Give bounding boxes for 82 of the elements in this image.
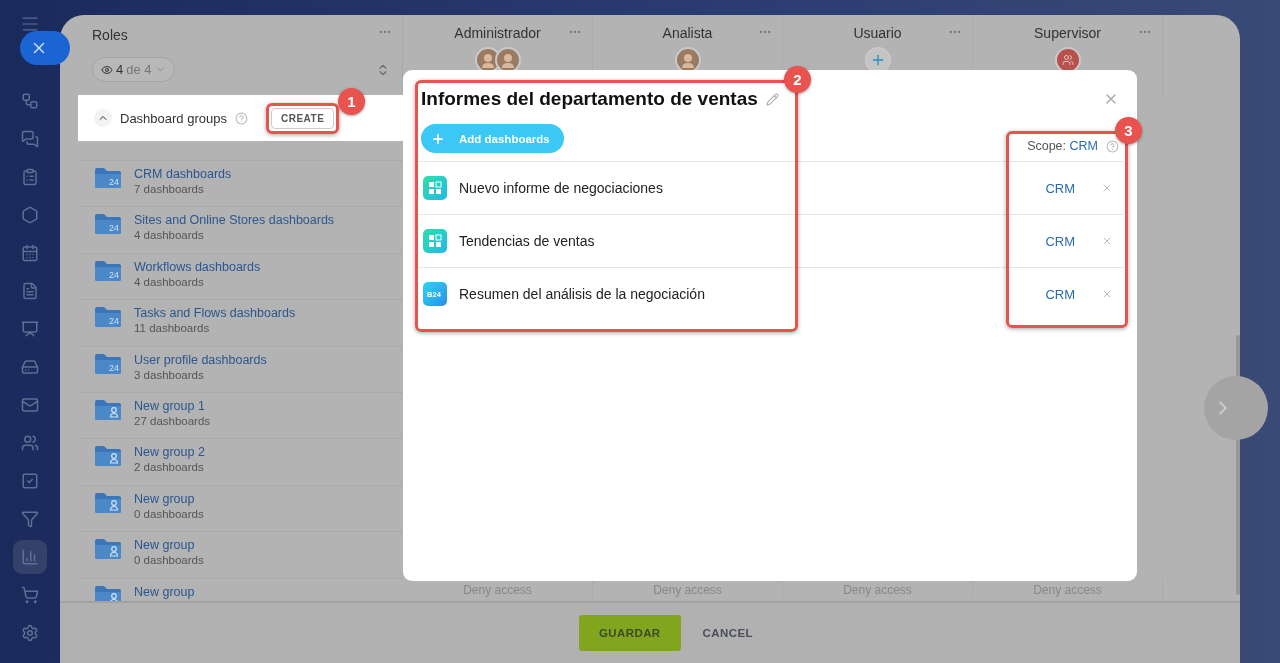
- group-icon: [1054, 47, 1081, 73]
- scope-link[interactable]: CRM: [1069, 139, 1098, 153]
- dialog-title: Informes del departamento de ventas: [421, 88, 758, 110]
- dashboard-count: 27 dashboards: [134, 413, 211, 429]
- group-link[interactable]: New group 1: [134, 398, 211, 414]
- menu-icon[interactable]: [20, 14, 40, 34]
- mail-icon: [21, 396, 39, 414]
- group-link[interactable]: New group: [134, 584, 195, 600]
- group-link[interactable]: Workflows dashboards: [134, 259, 261, 275]
- group-link[interactable]: User profile dashboards: [134, 352, 267, 368]
- role-name: Supervisor: [1034, 25, 1101, 41]
- scope-link[interactable]: CRM: [1045, 286, 1075, 302]
- folder-icon: 24: [94, 306, 122, 329]
- card-icon: [21, 358, 39, 376]
- sidebar-item[interactable]: [13, 540, 47, 574]
- folder-icon: [94, 445, 122, 468]
- settings-icon: [21, 624, 39, 642]
- folder-icon: [94, 398, 122, 421]
- document-icon: [21, 282, 39, 300]
- group-link[interactable]: CRM dashboards: [134, 167, 232, 182]
- folder-icon: [94, 491, 122, 514]
- scope-label: Scope: CRM: [1027, 139, 1098, 153]
- dashboard-count: 2 dashboards: [134, 460, 205, 476]
- group-link[interactable]: Sites and Online Stores dashboards: [134, 213, 335, 229]
- role-name: Administrador: [454, 25, 541, 41]
- dashboard-count: 11 dashboards: [134, 321, 211, 337]
- report-app-icon: [423, 229, 447, 253]
- group-link[interactable]: New group: [134, 538, 204, 554]
- eye-icon: [101, 63, 113, 76]
- create-button[interactable]: CREATE: [270, 107, 335, 129]
- scope-link[interactable]: CRM: [1045, 180, 1075, 196]
- add-dashboards-button[interactable]: Add dashboards: [421, 124, 564, 153]
- scope-link[interactable]: CRM: [1045, 233, 1075, 249]
- total-count: de 4: [126, 62, 152, 77]
- people-icon: [21, 434, 39, 452]
- cart-icon: [21, 586, 39, 604]
- folder-icon: 24: [94, 213, 122, 236]
- add-member-button[interactable]: [864, 47, 891, 73]
- help-icon[interactable]: [1106, 140, 1119, 153]
- dashboard-count: 7 dashboards: [134, 182, 205, 197]
- group-link[interactable]: Tasks and Flows dashboards: [134, 306, 296, 322]
- save-button[interactable]: GUARDAR: [579, 615, 681, 651]
- dashboard-count: 4 dashboards: [134, 274, 205, 290]
- column-title: Roles: [92, 27, 128, 43]
- presentation-icon: [21, 320, 39, 338]
- clipboard-icon: [21, 168, 39, 186]
- collapse-button[interactable]: [94, 109, 112, 127]
- dashboard-count: 3 dashboards: [134, 367, 205, 383]
- hexagon-icon: [21, 206, 39, 224]
- visibility-filter[interactable]: 4 de 4: [92, 57, 175, 82]
- checkbox-icon: [21, 472, 39, 490]
- flow-icon: [21, 92, 39, 110]
- folder-icon: 24: [94, 167, 122, 189]
- edit-icon[interactable]: [765, 92, 779, 106]
- dashboard-name: Nuevo informe de negociaciones: [459, 180, 663, 196]
- remove-icon[interactable]: [1101, 182, 1113, 194]
- funnel-icon: [21, 510, 39, 528]
- folder-icon: 24: [94, 259, 122, 282]
- role-name: Analista: [662, 25, 713, 41]
- group-link[interactable]: New group 2: [134, 445, 205, 461]
- plus-icon: [431, 131, 445, 146]
- close-button[interactable]: [20, 31, 70, 65]
- dashboard-name: Tendencias de ventas: [459, 233, 595, 249]
- bar-chart-icon: [21, 548, 39, 566]
- remove-icon[interactable]: [1101, 288, 1113, 300]
- avatar: [674, 47, 701, 73]
- chat-icon: [21, 130, 39, 148]
- dashboard-count: 0 dashboards: [134, 506, 204, 522]
- calendar-icon: [21, 244, 39, 262]
- section-title: Dashboard groups: [120, 110, 227, 126]
- folder-icon: [94, 538, 122, 561]
- visible-count: 4: [116, 62, 124, 77]
- cancel-button[interactable]: CANCEL: [696, 626, 759, 640]
- folder-icon: 24: [94, 352, 122, 375]
- group-link[interactable]: New group: [134, 491, 204, 507]
- dashboard-name: Resumen del análisis de la negociación: [459, 286, 705, 302]
- report-app-icon: [423, 176, 447, 200]
- help-icon[interactable]: [234, 111, 248, 125]
- dashboard-count: 4 dashboards: [134, 228, 205, 244]
- role-name: Usuario: [853, 25, 902, 41]
- dashboard-count: 0 dashboards: [134, 553, 204, 569]
- remove-icon[interactable]: [1101, 235, 1113, 247]
